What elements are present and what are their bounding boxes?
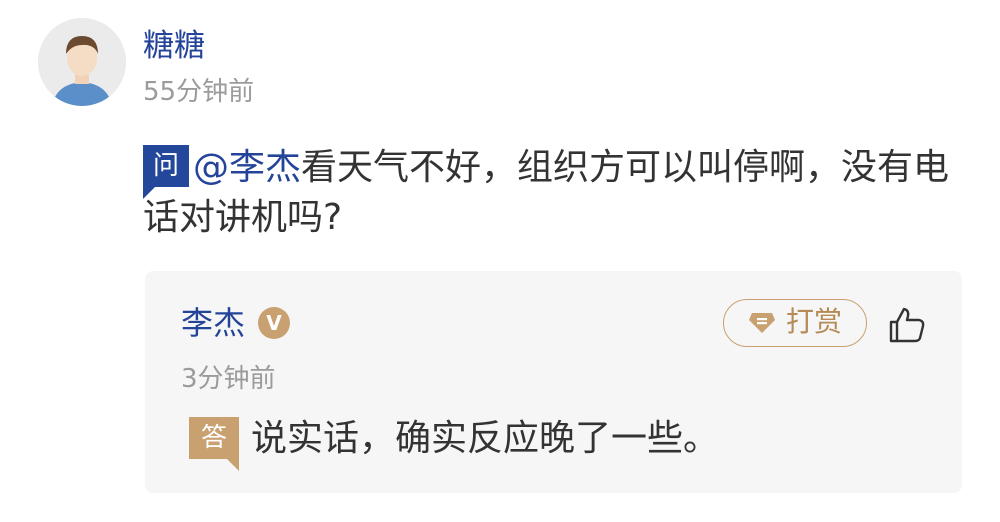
answer-card: 李杰 V 打赏 3分钟前 答说实话，确实反应晚了一些。 [145, 271, 962, 493]
question-badge: 问 [143, 145, 189, 199]
user-avatar[interactable] [38, 18, 126, 106]
tip-button[interactable]: 打赏 [723, 299, 867, 347]
answer-body: 说实话，确实反应晚了一些。 [251, 418, 720, 459]
answer-badge: 答 [189, 417, 239, 471]
answer-timestamp: 3分钟前 [181, 364, 276, 394]
answer-author-name[interactable]: 李杰 [181, 301, 245, 345]
thumbs-up-icon[interactable] [887, 305, 927, 345]
answer-text-block: 答说实话，确实反应晚了一些。 [189, 415, 720, 471]
default-user-avatar-icon [38, 18, 126, 106]
verified-badge-icon: V [258, 307, 290, 339]
gem-icon [749, 313, 775, 333]
question-timestamp: 55分钟前 [143, 77, 255, 107]
question-text-block: 问 @李杰看天气不好，组织方可以叫停啊，没有电话对讲机吗? [143, 143, 963, 243]
question-author-name[interactable]: 糖糖 [143, 26, 205, 66]
mention-link[interactable]: @李杰 [193, 147, 301, 188]
tip-button-label: 打赏 [786, 305, 843, 338]
